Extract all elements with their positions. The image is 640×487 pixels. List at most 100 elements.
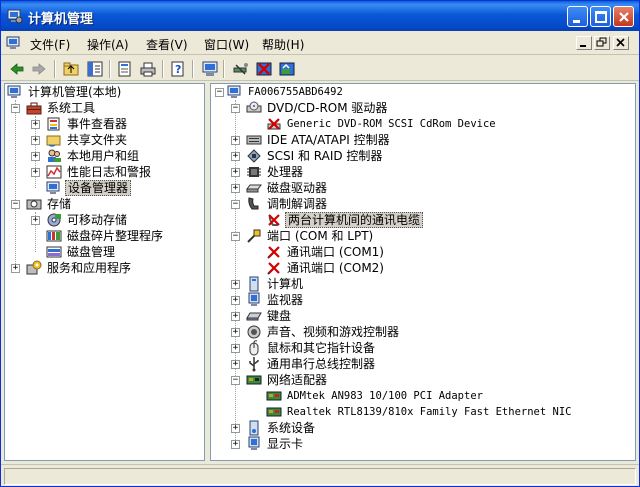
minimize-icon	[573, 20, 580, 23]
console-tree-pane[interactable]: 计算机管理(本地) − 系统工具 + 事件查看器 + 共享文件夹 + 本地用户和…	[4, 83, 205, 461]
expand-toggle[interactable]: +	[31, 168, 40, 177]
minimize-button[interactable]	[567, 6, 588, 27]
users-icon	[48, 149, 61, 162]
display-adapter-icon	[248, 436, 260, 450]
tree-label: 共享文件夹	[67, 133, 128, 147]
close-button[interactable]	[613, 6, 634, 27]
toolbar-separator	[223, 60, 225, 78]
expand-toggle[interactable]: +	[231, 344, 240, 353]
toolbar-separator	[109, 60, 111, 78]
tree-label: 存储	[47, 197, 72, 211]
expand-toggle[interactable]: +	[231, 184, 240, 193]
mdi-minimize-button[interactable]	[576, 36, 592, 50]
tree-label: 系统工具	[47, 101, 96, 115]
tree-label: 磁盘管理	[67, 245, 116, 259]
tree-label: 事件查看器	[67, 117, 128, 131]
collapse-toggle[interactable]: −	[215, 88, 224, 97]
menu-view[interactable]: 查看(V)	[146, 36, 188, 53]
title-bar[interactable]: 计算机管理	[1, 1, 639, 31]
collapse-toggle[interactable]: −	[231, 104, 240, 113]
forward-arrow-icon[interactable]	[30, 60, 48, 78]
scsi-controller-icon	[247, 149, 261, 163]
expand-toggle[interactable]: +	[31, 216, 40, 225]
shared-folder-icon	[46, 135, 61, 147]
expand-toggle[interactable]: +	[231, 296, 240, 305]
close-icon	[619, 12, 629, 22]
modem-icon	[248, 197, 259, 210]
menu-window[interactable]: 窗口(W)	[204, 36, 249, 53]
event-viewer-icon	[47, 117, 60, 131]
expand-toggle[interactable]: +	[231, 312, 240, 321]
expand-toggle[interactable]: +	[231, 136, 240, 145]
device-tree-pane[interactable]: − FA006755ABD6492 − DVD/CD-ROM 驱动器 Gener…	[210, 83, 636, 461]
tree-label: 磁盘碎片整理程序	[67, 229, 164, 243]
collapse-toggle[interactable]: −	[231, 232, 240, 241]
show-hide-tree-icon[interactable]	[86, 60, 104, 78]
mouse-icon	[249, 340, 259, 356]
processor-icon	[247, 167, 261, 177]
computer-management-icon	[7, 85, 21, 98]
minimize-icon	[580, 45, 586, 47]
tree-label: 声音、视频和游戏控制器	[267, 325, 400, 339]
tree-label: 端口 (COM 和 LPT)	[267, 229, 374, 243]
collapse-toggle[interactable]: −	[11, 104, 20, 113]
scan-hardware-icon[interactable]	[232, 60, 250, 78]
collapse-toggle[interactable]: −	[11, 200, 20, 209]
tree-label: 处理器	[267, 165, 304, 179]
tree-label: 两台计算机间的通讯电缆	[285, 212, 424, 228]
expand-toggle[interactable]: +	[231, 440, 240, 449]
menu-help[interactable]: 帮助(H)	[262, 36, 304, 53]
removable-storage-icon	[47, 213, 61, 227]
expand-toggle[interactable]: +	[31, 152, 40, 161]
expand-toggle[interactable]: +	[31, 136, 40, 145]
monitor-icon	[248, 292, 260, 306]
mdi-close-button[interactable]	[613, 36, 629, 50]
menu-action[interactable]: 操作(A)	[87, 36, 129, 53]
toolbar-separator	[54, 60, 56, 78]
status-cell	[4, 468, 636, 485]
tree-label: 网络适配器	[267, 373, 328, 387]
update-driver-icon[interactable]	[278, 60, 296, 78]
print-icon[interactable]	[139, 60, 157, 78]
mdi-system-icon[interactable]	[6, 35, 22, 51]
tree-label: 鼠标和其它指针设备	[267, 341, 376, 355]
tree-label: 监视器	[267, 293, 304, 307]
expand-toggle[interactable]: +	[231, 360, 240, 369]
maximize-button[interactable]	[590, 6, 611, 27]
properties-icon[interactable]	[116, 60, 134, 78]
tree-label: 调制解调器	[267, 197, 328, 211]
network-adapter-icon	[246, 375, 262, 385]
back-arrow-icon[interactable]	[8, 60, 26, 78]
tree-label: 本地用户和组	[67, 149, 140, 163]
dvd-drive-icon	[246, 101, 262, 113]
uninstall-icon[interactable]	[255, 60, 273, 78]
expand-toggle[interactable]: +	[231, 168, 240, 177]
expand-toggle[interactable]: +	[231, 152, 240, 161]
performance-icon	[46, 165, 62, 179]
computer-icon[interactable]	[201, 60, 219, 78]
tree-label: DVD/CD-ROM 驱动器	[267, 101, 388, 115]
toolbox-icon	[26, 102, 42, 115]
tree-label: 设备管理器	[65, 180, 132, 196]
expand-toggle[interactable]: +	[31, 120, 40, 129]
system-devices-icon	[249, 420, 259, 436]
collapse-toggle[interactable]: −	[231, 376, 240, 385]
expand-toggle[interactable]: +	[231, 280, 240, 289]
ide-controller-icon	[246, 135, 262, 145]
svg-text:?: ?	[175, 63, 181, 76]
tree-label: 系统设备	[267, 421, 316, 435]
tree-label: 可移动存储	[67, 213, 128, 227]
expand-toggle[interactable]: +	[231, 424, 240, 433]
up-folder-icon[interactable]	[62, 60, 80, 78]
help-icon[interactable]: ?	[169, 60, 187, 78]
expand-toggle[interactable]: +	[11, 264, 20, 273]
maximize-icon	[595, 11, 607, 23]
expand-toggle[interactable]: +	[231, 328, 240, 337]
collapse-toggle[interactable]: −	[231, 200, 240, 209]
menu-file[interactable]: 文件(F)	[30, 36, 70, 53]
network-adapter-icon	[266, 407, 282, 417]
toolbar-separator	[162, 60, 164, 78]
error-device-icon	[267, 262, 280, 275]
computer-management-icon	[7, 9, 23, 24]
mdi-restore-button[interactable]	[594, 36, 610, 50]
